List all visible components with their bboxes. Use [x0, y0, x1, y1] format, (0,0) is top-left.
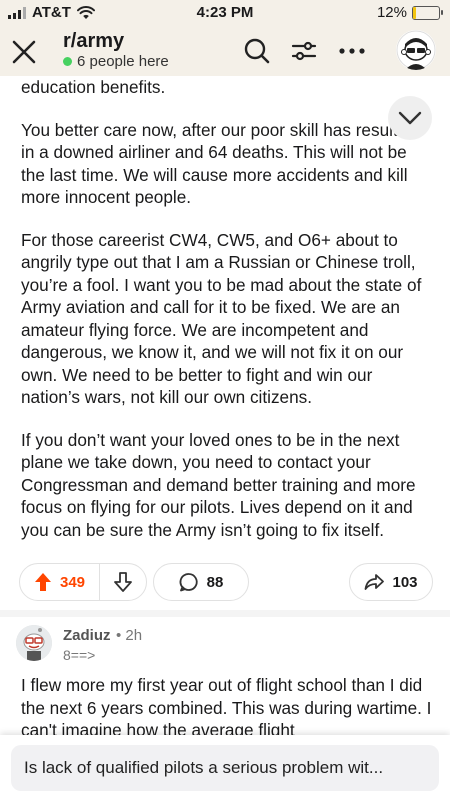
scroll-fade — [0, 76, 450, 82]
online-count: 6 people here — [63, 53, 169, 70]
filter-button[interactable] — [287, 34, 321, 68]
more-button[interactable] — [335, 34, 369, 68]
snoo-avatar-icon — [16, 625, 52, 661]
downvote-icon — [114, 572, 133, 592]
battery-fill — [413, 6, 417, 19]
post-body: education benefits. You better care now,… — [21, 76, 431, 561]
user-flair: 8==> — [63, 647, 96, 663]
upvote-button[interactable]: 349 — [20, 572, 99, 592]
comments-button[interactable]: 88 — [153, 563, 249, 601]
comment-body: I flew more my first year out of flight … — [21, 675, 432, 740]
reply-input[interactable]: Is lack of qualified pilots a serious pr… — [11, 745, 439, 791]
battery-percent: 12% — [376, 4, 407, 21]
online-text: 6 people here — [77, 53, 169, 70]
post-actions: 349 88 103 — [19, 563, 433, 601]
upvote-count: 349 — [60, 573, 86, 591]
section-divider — [0, 610, 450, 617]
post-paragraph: For those careerist CW4, CW5, and O6+ ab… — [21, 229, 422, 408]
subreddit-header: r/army 6 people here — [0, 26, 450, 76]
comment-count: 88 — [206, 573, 224, 591]
user-avatar[interactable] — [396, 30, 436, 70]
commenter-avatar[interactable] — [16, 625, 52, 661]
close-button[interactable] — [8, 36, 40, 68]
collapse-button[interactable] — [388, 96, 432, 140]
share-icon — [365, 574, 385, 590]
post-paragraph: You better care now, after our poor skil… — [21, 119, 417, 208]
downvote-button[interactable] — [100, 572, 146, 592]
vote-control: 349 — [19, 563, 147, 601]
chevron-down-icon — [398, 111, 422, 125]
status-right: 12% — [376, 4, 443, 21]
battery-icon — [412, 5, 443, 20]
comment-author[interactable]: Zadiuz — [63, 627, 111, 644]
filter-icon — [291, 41, 317, 61]
share-count: 103 — [392, 573, 418, 591]
search-button[interactable] — [240, 34, 274, 68]
comment-time: • 2h — [116, 627, 143, 644]
upvote-icon — [35, 573, 51, 591]
close-icon — [12, 40, 36, 64]
avatar-icon — [396, 30, 436, 70]
comment-icon — [179, 573, 198, 592]
status-bar: AT&T 4:23 PM 12% — [0, 0, 450, 26]
post-paragraph: If you don’t want your loved ones to be … — [21, 429, 416, 540]
online-dot-icon — [63, 57, 72, 66]
share-button[interactable]: 103 — [349, 563, 433, 601]
subreddit-name[interactable]: r/army — [63, 30, 124, 53]
search-icon — [244, 38, 270, 64]
more-icon — [339, 48, 365, 54]
reply-bar: Is lack of qualified pilots a serious pr… — [0, 735, 450, 800]
